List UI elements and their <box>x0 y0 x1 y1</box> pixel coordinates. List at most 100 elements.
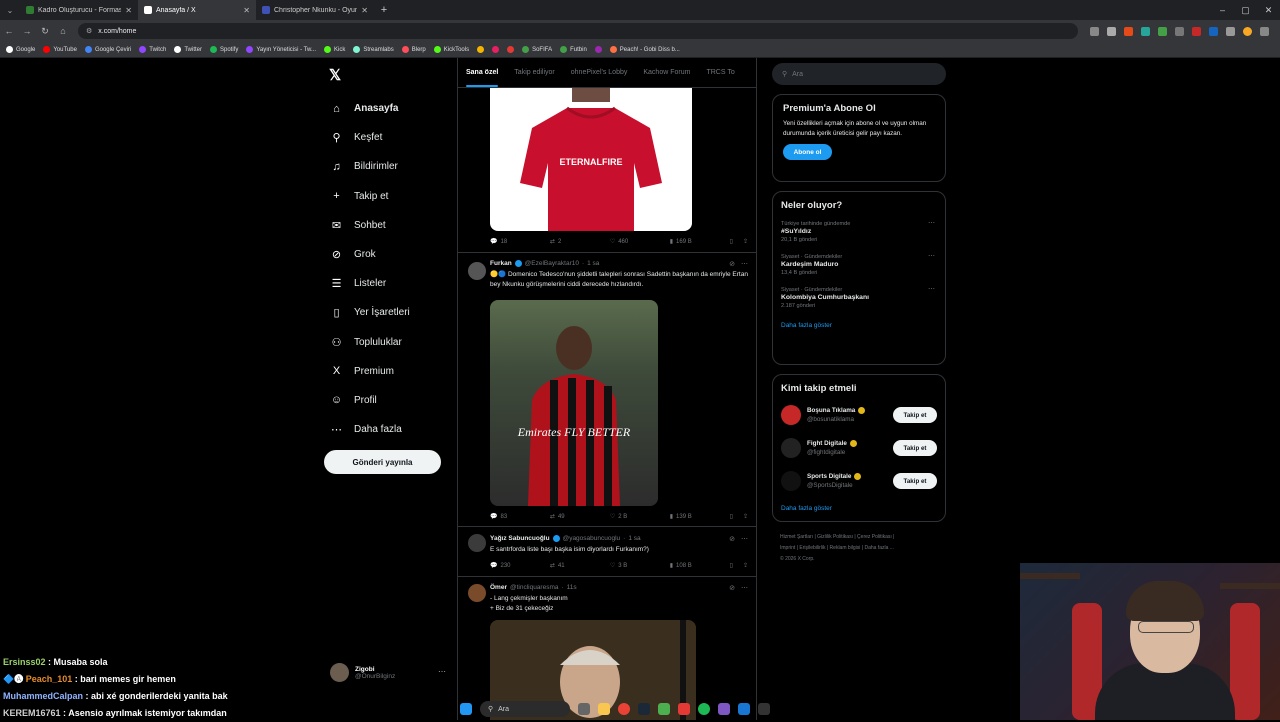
tab-for-you[interactable]: Sana özel <box>458 69 506 87</box>
repost-button[interactable]: ⇄ 2 <box>550 238 590 246</box>
footer-line[interactable]: Imprint | Erişilebilirlik | Reklam bilgi… <box>780 543 948 554</box>
account-switcher[interactable]: Zigobi @OnurBilginz <box>330 663 395 682</box>
home-browser-icon[interactable]: ⌂ <box>54 26 72 36</box>
bookmark-item[interactable]: Peach! - Gobi Diss b... <box>609 46 680 53</box>
nav-item-6[interactable]: ⊘ Grok <box>330 240 410 269</box>
tweet-author-name[interactable]: Yağız Sabuncuoğlu <box>490 535 550 542</box>
search-input[interactable]: ⚲ Ara <box>772 63 946 85</box>
extension-icon[interactable] <box>1209 26 1218 36</box>
puzzle-icon[interactable] <box>1226 26 1235 36</box>
app-icon[interactable] <box>678 703 690 715</box>
nav-item-8[interactable]: ▯ Yer İşaretleri <box>330 298 409 327</box>
tab-list-3[interactable]: TRCS To <box>698 69 742 76</box>
like-button[interactable]: ♡ 460 <box>610 238 650 246</box>
site-info-icon[interactable]: ⚙ <box>86 27 92 35</box>
tweet-author-handle[interactable]: @EzelBayraktar10 <box>525 260 579 267</box>
steam-icon[interactable] <box>638 703 650 715</box>
taskview-icon[interactable] <box>578 703 590 715</box>
extension-icon[interactable] <box>1175 26 1184 36</box>
close-window-icon[interactable]: ✕ <box>1257 0 1280 20</box>
avatar[interactable] <box>468 534 486 552</box>
nav-item-2[interactable]: ⚲ Keşfet <box>330 123 410 152</box>
tab-list-1[interactable]: ohnePixel's Lobby <box>563 69 636 76</box>
footer-line[interactable]: Hizmet Şartları | Gizlilik Politikası | … <box>780 532 948 543</box>
bookmark-item[interactable]: Google Çeviri <box>84 46 131 53</box>
follow-suggestion[interactable]: Sports Digitale @SportsDigitale Takip et <box>781 469 937 493</box>
avatar[interactable] <box>468 262 486 280</box>
tab-following[interactable]: Takip ediliyor <box>506 69 562 76</box>
nav-item-10[interactable]: X Premium <box>330 357 410 386</box>
reply-button[interactable]: 💬 18 <box>490 238 530 246</box>
bookmark-item[interactable] <box>492 46 500 53</box>
grok-icon[interactable]: ⊘ <box>729 535 735 543</box>
post-image-jersey[interactable]: ETERNALFIRE <box>490 88 692 231</box>
star-icon[interactable] <box>1107 26 1116 36</box>
follow-button[interactable]: Takip et <box>893 407 937 423</box>
post-button[interactable]: Gönderi yayınla <box>324 450 441 474</box>
app-icon[interactable] <box>658 703 670 715</box>
tab-search-icon[interactable]: ⌄ <box>0 6 20 15</box>
views-button[interactable]: ▮ 108 B <box>670 562 710 570</box>
taskbar-search[interactable]: ⚲ Ara <box>480 701 570 717</box>
bookmark-item[interactable]: Twitch <box>139 46 166 53</box>
menu-icon[interactable] <box>1260 26 1269 36</box>
follow-button[interactable]: Takip et <box>893 440 937 456</box>
bookmark-item[interactable] <box>477 46 485 53</box>
tab-close-icon[interactable]: ✕ <box>125 6 132 15</box>
app-icon[interactable] <box>758 703 770 715</box>
reply-button[interactable]: 💬 230 <box>490 562 530 570</box>
grok-icon[interactable]: ⊘ <box>729 584 735 592</box>
more-icon[interactable]: ⋯ <box>928 253 935 261</box>
browser-tab-2[interactable]: Anasayfa / X ✕ <box>138 0 256 20</box>
share-icon[interactable]: ⇪ <box>743 238 748 245</box>
back-icon[interactable]: ← <box>0 26 18 36</box>
suggestion-name[interactable]: Fight Digitale <box>807 439 847 448</box>
forward-icon[interactable]: → <box>18 26 36 36</box>
more-icon[interactable]: ⋯ <box>741 260 748 268</box>
tweet-author-handle[interactable]: @tincliquaresma <box>510 584 559 591</box>
follow-suggestion[interactable]: Fight Digitale @fightdigitale Takip et <box>781 436 937 460</box>
extension-icon[interactable] <box>1158 26 1167 36</box>
like-button[interactable]: ♡ 2 B <box>610 513 650 521</box>
share-icon[interactable]: ⇪ <box>743 562 748 569</box>
follow-button[interactable]: Takip et <box>893 473 937 489</box>
account-more-icon[interactable]: ⋯ <box>438 667 446 676</box>
tweet-author-handle[interactable]: @yagosabuncuoglu <box>563 535 621 542</box>
who-show-more-link[interactable]: Daha fazla göster <box>781 505 937 512</box>
maximize-icon[interactable]: ▢ <box>1234 0 1257 20</box>
grok-icon[interactable]: ⊘ <box>729 260 735 268</box>
suggestion-name[interactable]: Boşuna Tıklama <box>807 406 855 415</box>
nav-item-7[interactable]: ☰ Listeler <box>330 269 410 298</box>
app-icon[interactable] <box>718 703 730 715</box>
windows-start-icon[interactable] <box>460 703 472 715</box>
tab-close-icon[interactable]: ✕ <box>361 6 368 15</box>
bookmark-item[interactable]: Streamlabs <box>353 46 394 53</box>
more-icon[interactable]: ⋯ <box>741 584 748 592</box>
bookmark-item[interactable]: Yayın Yöneticisi - Tw... <box>246 46 316 53</box>
browser-tab-1[interactable]: Kadro Oluşturucu - Formasyon ✕ <box>20 0 138 20</box>
avatar[interactable] <box>781 438 801 458</box>
post-image-player[interactable]: Emirates FLY BETTER <box>490 300 658 506</box>
like-button[interactable]: ♡ 3 B <box>610 562 650 570</box>
cast-icon[interactable] <box>1090 26 1099 36</box>
reply-button[interactable]: 💬 83 <box>490 513 530 521</box>
bookmark-icon[interactable]: ▯ <box>730 562 733 569</box>
follow-suggestion[interactable]: Boşuna Tıklama @bosunatiklama Takip et <box>781 403 937 427</box>
tweet-author-name[interactable]: Ömer <box>490 584 507 591</box>
nav-item-4[interactable]: + Takip et <box>330 182 410 211</box>
trend-item[interactable]: Siyaset · Gündemdekiler Kolombiya Cumhurb… <box>781 286 937 310</box>
trend-item[interactable]: Siyaset · Gündemdekiler Kardeşim Maduro 13… <box>781 253 937 277</box>
file-explorer-icon[interactable] <box>598 703 610 715</box>
minimize-icon[interactable]: – <box>1211 0 1234 20</box>
bookmark-item[interactable] <box>594 46 602 53</box>
nav-item-1[interactable]: ⌂ Anasayfa <box>330 94 410 123</box>
tweet-time[interactable]: 11s <box>567 584 577 591</box>
x-logo-icon[interactable]: 𝕏 <box>329 66 341 84</box>
extension-icon[interactable] <box>1192 26 1201 36</box>
extension-icon[interactable] <box>1124 26 1133 36</box>
bookmark-icon[interactable]: ▯ <box>730 238 733 245</box>
bookmark-item[interactable]: KickTools <box>433 46 469 53</box>
more-icon[interactable]: ⋯ <box>928 286 935 294</box>
views-button[interactable]: ▮ 139 B <box>670 513 710 521</box>
more-icon[interactable]: ⋯ <box>928 220 935 228</box>
